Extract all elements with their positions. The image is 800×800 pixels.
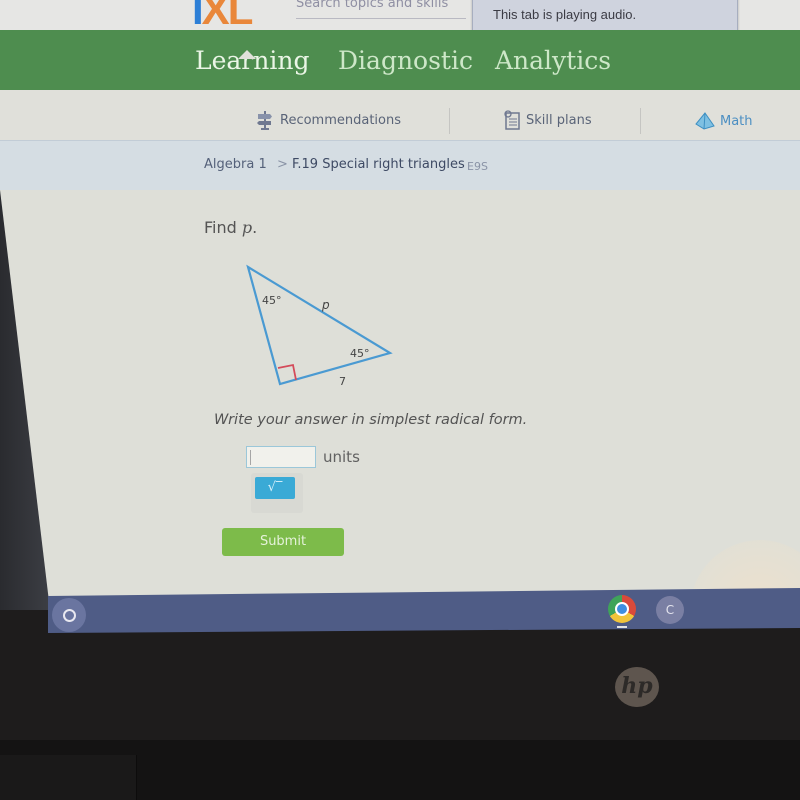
tab-divider [449, 108, 450, 134]
chrome-icon[interactable] [608, 595, 636, 623]
text-cursor [250, 450, 251, 465]
question-area: Find p. Write your answer in simplest ra… [0, 190, 800, 600]
nav-analytics[interactable]: Analytics [495, 46, 611, 75]
submit-button[interactable]: Submit [222, 528, 344, 556]
signpost-icon [257, 111, 272, 130]
running-indicator [617, 626, 627, 628]
angle-label-top: 45° [262, 294, 282, 307]
pyramid-icon [695, 112, 715, 130]
breadcrumb: Algebra 1 > F.19 Special right triangles… [0, 140, 800, 191]
units-label: units [323, 448, 360, 466]
hp-logo-icon: hp [615, 667, 659, 707]
question-prompt: Find p. [204, 218, 258, 237]
tab-math[interactable]: Math [695, 112, 753, 130]
tab-recommendations[interactable]: Recommendations [255, 110, 401, 130]
main-nav: Learning Diagnostic Analytics [0, 30, 800, 90]
tab-divider [640, 108, 641, 134]
hypotenuse-label: p [321, 298, 330, 312]
tab-skill-plans[interactable]: Skill plans [503, 110, 592, 130]
browser-top-bar: IXL Search topics and skills This tab is… [0, 0, 800, 44]
search-input[interactable]: Search topics and skills [296, 0, 466, 19]
sqrt-button[interactable]: √‾ [255, 477, 295, 499]
tooltip-text: This tab is playing audio. [493, 7, 637, 22]
triangle-shape [246, 264, 393, 386]
answer-input[interactable] [246, 446, 316, 468]
skill-code: E9S [467, 160, 488, 173]
breadcrumb-course[interactable]: Algebra 1 [204, 157, 267, 172]
right-angle-marker [277, 363, 297, 381]
tab-label: Recommendations [280, 112, 402, 128]
tab-label: Skill plans [526, 112, 592, 128]
triangle-diagram: 45° 45° p 7 [246, 264, 393, 388]
breadcrumb-chevron-icon: > [277, 157, 288, 172]
leg-label: 7 [339, 375, 346, 388]
instruction-text: Write your answer in simplest radical fo… [214, 412, 528, 428]
breadcrumb-skill: F.19 Special right triangles [292, 157, 465, 172]
angle-label-right: 45° [350, 347, 370, 360]
launcher-icon[interactable] [52, 598, 86, 632]
math-keypad: √‾ [251, 473, 303, 513]
laptop-edge [0, 755, 137, 800]
ixl-logo[interactable]: IXL [192, 0, 253, 34]
sub-nav: Recommendations Skill plans Math [0, 90, 800, 140]
tab-label: Math [720, 113, 753, 129]
active-nav-caret [238, 50, 256, 59]
clipboard-icon [504, 110, 520, 130]
app-c-icon[interactable]: C [656, 596, 684, 624]
screen: IXL Search topics and skills This tab is… [0, 0, 800, 600]
nav-diagnostic[interactable]: Diagnostic [338, 46, 473, 75]
